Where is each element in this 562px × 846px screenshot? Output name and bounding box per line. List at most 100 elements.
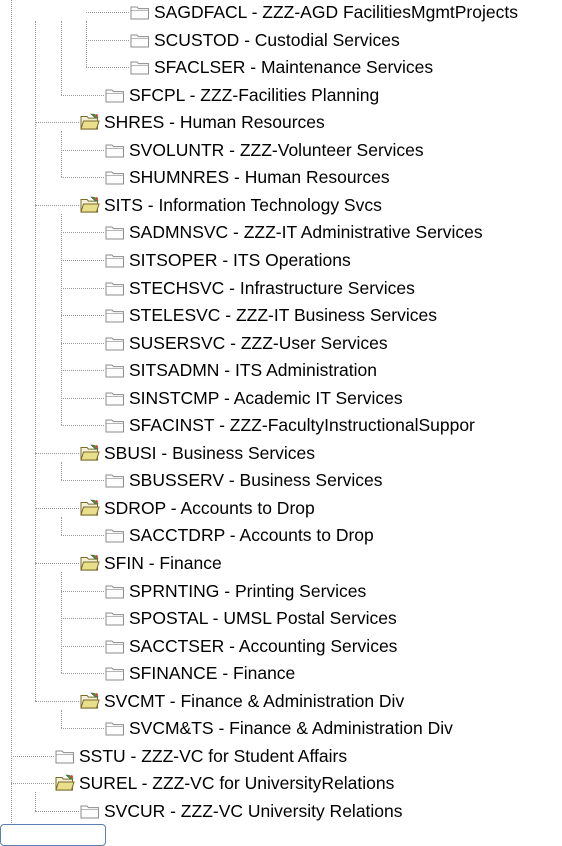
folder-closed-icon bbox=[105, 309, 124, 323]
tree-connector bbox=[61, 590, 104, 592]
tree-connector bbox=[35, 563, 79, 564]
tree-node[interactable]: SFINANCE - Finance bbox=[105, 660, 295, 686]
tree-node[interactable]: SFACLSER - Maintenance Services bbox=[130, 54, 433, 80]
tree-node-label: SBUSI - Business Services bbox=[104, 442, 316, 463]
folder-closed-icon bbox=[105, 474, 124, 488]
tree-node[interactable]: SBUSSERV - Business Services bbox=[105, 467, 383, 493]
tree-guide-line bbox=[61, 461, 62, 481]
folder-closed-icon bbox=[130, 6, 149, 20]
folder-closed-icon bbox=[105, 337, 124, 351]
tree-guide-line bbox=[11, 0, 12, 835]
folder-closed-icon bbox=[105, 254, 124, 268]
folder-open-icon bbox=[80, 196, 100, 213]
tree-guide-line bbox=[61, 709, 62, 729]
tree-node[interactable]: SBUSI - Business Services bbox=[80, 440, 315, 466]
tree-connector bbox=[61, 315, 104, 317]
folder-closed-icon bbox=[105, 529, 124, 543]
tree-node[interactable]: SFCPL - ZZZ-Facilities Planning bbox=[105, 82, 379, 108]
tree-connector bbox=[86, 12, 129, 13]
folder-closed-icon bbox=[105, 419, 124, 433]
tree-node-label: SADMNSVC - ZZZ-IT Administrative Service… bbox=[129, 222, 483, 243]
tree-guide-line bbox=[61, 516, 62, 536]
tree-node-label: STELESVC - ZZZ-IT Business Services bbox=[129, 305, 437, 326]
tree-connector bbox=[61, 618, 104, 620]
tree-guide-line bbox=[35, 792, 36, 811]
tree-node-label: SFINANCE - Finance bbox=[129, 663, 296, 684]
tree-node-label: SITSOPER - ITS Operations bbox=[129, 249, 351, 270]
tree-connector bbox=[86, 39, 129, 41]
tree-node[interactable]: SITSOPER - ITS Operations bbox=[105, 247, 351, 273]
tree-connector bbox=[61, 673, 104, 675]
tree-node[interactable]: SPRNTING - Printing Services bbox=[105, 578, 366, 604]
tree-connector bbox=[35, 700, 79, 702]
tree-connector bbox=[35, 204, 79, 206]
tree-node-label: STECHSVC - Infrastructure Services bbox=[129, 277, 415, 298]
tree-node[interactable]: SSTU - ZZZ-VC for Student Affairs bbox=[55, 743, 347, 769]
tree-connector bbox=[11, 783, 54, 785]
tree-node-label: SCUSTOD - Custodial Services bbox=[154, 29, 400, 50]
tree-node-label: SFIN - Finance bbox=[104, 553, 222, 573]
tree-node[interactable]: SITS - Information Technology Svcs bbox=[80, 192, 382, 218]
tree-node-label: SPOSTAL - UMSL Postal Services bbox=[129, 608, 397, 629]
tree-guide-line bbox=[61, 21, 62, 95]
folder-open-icon bbox=[80, 113, 100, 130]
tree-node[interactable]: SFACINST - ZZZ-FacultyInstructionalSuppo… bbox=[105, 412, 475, 438]
tree-node-label: SVOLUNTR - ZZZ-Volunteer Services bbox=[129, 139, 424, 160]
tree-node[interactable]: SDROP - Accounts to Drop bbox=[80, 495, 315, 521]
tree-node[interactable]: SUSERSVC - ZZZ-User Services bbox=[105, 330, 388, 356]
tree-node[interactable]: SACCTSER - Accounting Services bbox=[105, 633, 397, 659]
tree-node[interactable]: SPOSTAL - UMSL Postal Services bbox=[105, 605, 397, 631]
tree-node-label: SDROP - Accounts to Drop bbox=[104, 497, 315, 518]
tree-node-label: SHUMNRES - Human Resources bbox=[129, 167, 390, 188]
tree-node-label: SITSADMN - ITS Administration bbox=[129, 360, 377, 381]
folder-closed-icon bbox=[105, 171, 124, 185]
folder-open-icon bbox=[80, 554, 100, 571]
tree-connector bbox=[35, 507, 79, 509]
folder-closed-icon bbox=[105, 144, 124, 158]
tree-node[interactable]: SAGDFACL - ZZZ-AGD FacilitiesMgmtProject… bbox=[130, 0, 518, 25]
tree-node[interactable]: SADMNSVC - ZZZ-IT Administrative Service… bbox=[105, 219, 483, 245]
folder-closed-icon bbox=[105, 722, 124, 736]
focus-box bbox=[0, 824, 106, 846]
tree-connector bbox=[35, 810, 79, 812]
tree-connector bbox=[61, 259, 104, 261]
tree-node[interactable]: SHUMNRES - Human Resources bbox=[105, 164, 390, 190]
tree-connector bbox=[61, 287, 104, 289]
tree-node[interactable]: SCUSTOD - Custodial Services bbox=[130, 27, 400, 53]
folder-closed-icon bbox=[80, 805, 99, 819]
tree-connector bbox=[61, 232, 104, 234]
tree-connector bbox=[61, 480, 104, 482]
tree-node-label: SVCMT - Finance & Administration Div bbox=[104, 690, 405, 711]
tree-node[interactable]: STECHSVC - Infrastructure Services bbox=[105, 275, 415, 301]
tree-node[interactable]: SHRES - Human Resources bbox=[80, 109, 325, 135]
folder-closed-icon bbox=[105, 392, 124, 406]
tree-connector bbox=[61, 645, 104, 647]
tree-node[interactable]: SINSTCMP - Academic IT Services bbox=[105, 385, 403, 411]
folder-closed-icon bbox=[130, 34, 149, 48]
tree-node-label: SSTU - ZZZ-VC for Student Affairs bbox=[79, 745, 348, 766]
tree-node[interactable]: SITSADMN - ITS Administration bbox=[105, 357, 377, 383]
tree-node[interactable]: SACCTDRP - Accounts to Drop bbox=[105, 522, 374, 548]
folder-closed-icon bbox=[105, 612, 124, 626]
tree-connector bbox=[61, 342, 104, 344]
tree-node-label: SFACLSER - Maintenance Services bbox=[154, 57, 434, 78]
tree-node-label: SFACINST - ZZZ-FacultyInstructionalSuppo… bbox=[129, 415, 475, 436]
tree-guide-line bbox=[61, 572, 62, 674]
tree-node-label: SUSERSVC - ZZZ-User Services bbox=[129, 332, 388, 353]
folder-closed-icon bbox=[55, 750, 74, 764]
tree-node[interactable]: SVCM&TS - Finance & Administration Div bbox=[105, 715, 453, 741]
tree-node[interactable]: SVCMT - Finance & Administration Div bbox=[80, 688, 404, 714]
tree-guide-line bbox=[61, 213, 62, 426]
tree-connector bbox=[61, 425, 104, 427]
folder-open-icon bbox=[80, 692, 100, 709]
tree-node[interactable]: SFIN - Finance bbox=[80, 550, 222, 576]
tree-node[interactable]: SVOLUNTR - ZZZ-Volunteer Services bbox=[105, 137, 424, 163]
tree-node[interactable]: SVCUR - ZZZ-VC University Relations bbox=[80, 798, 403, 824]
tree-connector bbox=[61, 149, 104, 151]
folder-closed-icon bbox=[105, 640, 124, 654]
tree-node[interactable]: STELESVC - ZZZ-IT Business Services bbox=[105, 302, 437, 328]
tree-node-label: SINSTCMP - Academic IT Services bbox=[129, 387, 403, 408]
tree-node-label: SHRES - Human Resources bbox=[104, 112, 325, 133]
tree-connector bbox=[61, 397, 104, 399]
tree-node[interactable]: SUREL - ZZZ-VC for UniversityRelations bbox=[55, 770, 394, 796]
